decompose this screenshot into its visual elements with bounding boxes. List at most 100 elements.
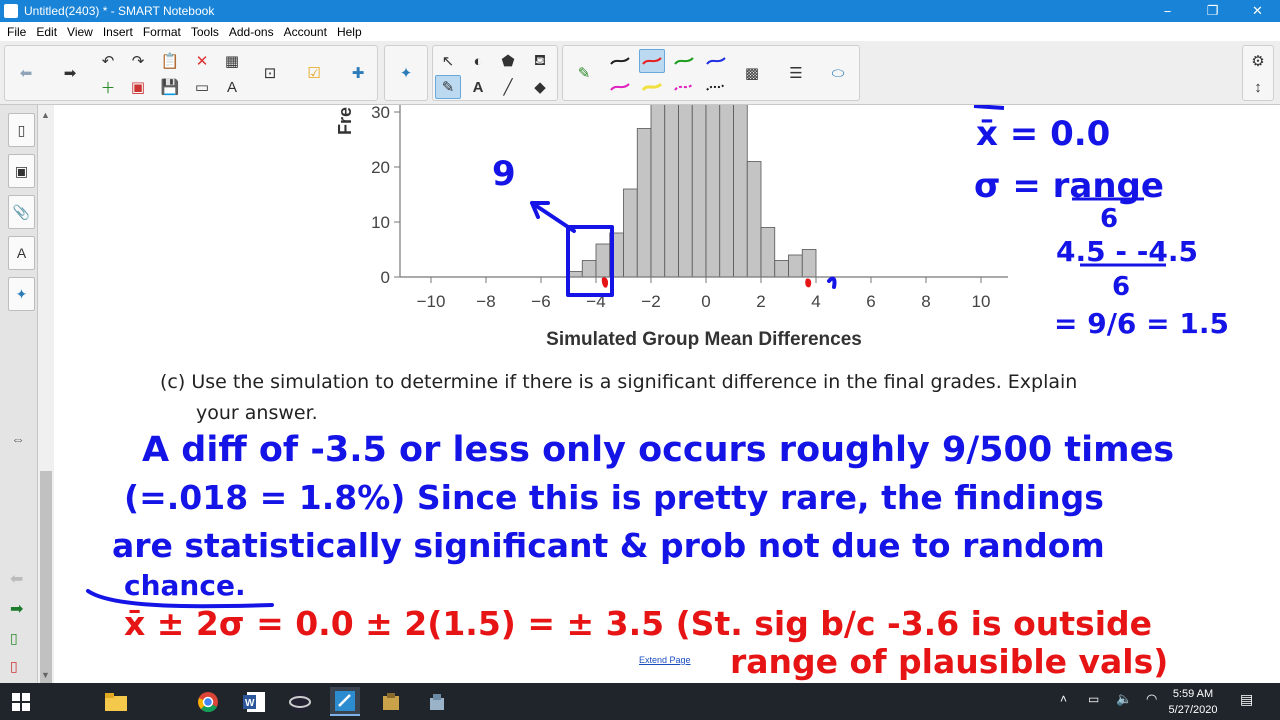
system-clock[interactable]: 5:59 AM 5/27/2020 bbox=[1158, 686, 1228, 718]
previous-page-side-icon[interactable]: ⬅ bbox=[10, 569, 23, 589]
line-thickness-icon[interactable]: ☰ bbox=[783, 61, 809, 85]
next-page-icon[interactable]: ➡ bbox=[57, 61, 83, 85]
word-icon[interactable]: W bbox=[239, 687, 269, 716]
properties-icon[interactable]: A bbox=[8, 236, 35, 270]
pen-style-black-icon[interactable] bbox=[607, 49, 633, 73]
menu-format[interactable]: Format bbox=[138, 25, 186, 39]
wifi-icon[interactable]: ◠ bbox=[1146, 691, 1157, 707]
scroll-up-icon[interactable]: ▲ bbox=[41, 110, 50, 120]
redo-icon[interactable]: ↷ bbox=[125, 49, 151, 73]
screen-shade-icon[interactable]: ▭ bbox=[189, 75, 215, 99]
pen-icon[interactable]: ✎ bbox=[571, 61, 597, 85]
next-page-side-icon[interactable]: ➡ bbox=[10, 599, 23, 619]
ink-red-dot-left bbox=[601, 277, 609, 288]
fill-icon[interactable]: ⛾ bbox=[527, 49, 553, 73]
text-icon[interactable]: A bbox=[465, 75, 491, 99]
menu-file[interactable]: File bbox=[2, 25, 31, 39]
x-tick-label: 10 bbox=[972, 292, 991, 311]
response-icon[interactable]: ☑ bbox=[301, 61, 327, 85]
close-button[interactable]: ✕ bbox=[1235, 0, 1280, 22]
ink-red-answer: x̄ ± 2σ = 0.0 ± 2(1.5) = ± 3.5 (St. sig … bbox=[124, 604, 1168, 681]
menu-insert[interactable]: Insert bbox=[98, 25, 138, 39]
addons-icon[interactable]: ✦ bbox=[8, 277, 35, 311]
paste-icon[interactable]: 📋 bbox=[157, 49, 183, 73]
menu-tools[interactable]: Tools bbox=[186, 25, 224, 39]
windows-start-icon[interactable] bbox=[6, 687, 36, 716]
move-toolbar-icon[interactable]: ↕ bbox=[1245, 75, 1271, 99]
lines-icon[interactable]: ╱ bbox=[495, 75, 521, 99]
x-tick-label: −8 bbox=[476, 292, 495, 311]
menu-addons[interactable]: Add-ons bbox=[224, 25, 279, 39]
text-recognition-icon[interactable]: A bbox=[219, 75, 245, 99]
scroll-thumb[interactable] bbox=[40, 471, 52, 701]
ink-right-line-1: x̄ = 0.0 bbox=[976, 114, 1110, 154]
gear-icon[interactable]: ⚙ bbox=[1245, 49, 1271, 73]
ink-blue-answer: A diff of -3.5 or less only occurs rough… bbox=[86, 430, 1174, 609]
x-tick-label: −6 bbox=[531, 292, 550, 311]
delete-page-icon[interactable]: ▣ bbox=[125, 75, 151, 99]
ink-note-nine: 9 bbox=[492, 154, 516, 194]
page-sorter-icon[interactable]: ▯ bbox=[8, 113, 35, 147]
window-title: Untitled(2403) * - SMART Notebook bbox=[24, 4, 215, 18]
histogram-bar bbox=[664, 105, 679, 278]
show-hidden-icons-icon[interactable]: ˄ bbox=[1060, 692, 1067, 706]
menu-view[interactable]: View bbox=[62, 25, 98, 39]
toolbar-group-settings: ⚙ ↕ bbox=[1242, 45, 1274, 101]
pen-style-yellow-icon[interactable] bbox=[639, 75, 665, 99]
add-page-side-icon[interactable]: ▯ bbox=[10, 630, 18, 647]
histogram-bar bbox=[719, 105, 734, 278]
x-tick-label: 8 bbox=[921, 292, 930, 311]
shapes-icon[interactable]: ⬟ bbox=[495, 49, 521, 73]
notebook-tools-icon[interactable] bbox=[376, 687, 406, 716]
scroll-down-icon[interactable]: ▼ bbox=[41, 670, 50, 680]
eraser-icon[interactable]: ◆ bbox=[527, 75, 553, 99]
pen-style-blue-icon[interactable] bbox=[703, 49, 729, 73]
notifications-icon[interactable]: ▤ bbox=[1240, 691, 1253, 708]
maximize-button[interactable]: ❐ bbox=[1190, 0, 1235, 22]
previous-page-icon[interactable]: ⬅ bbox=[13, 61, 39, 85]
delete-page-side-icon[interactable]: ▯ bbox=[10, 658, 18, 675]
histogram-bar bbox=[788, 254, 803, 278]
whiteboard-canvas[interactable]: 0 10 20 30 −10 −8 −6 −4 −2 0 2 4 6 8 10 Fre Simulated… bbox=[54, 105, 1280, 683]
extend-page-link[interactable]: Extend Page bbox=[639, 655, 691, 665]
pen-style-magenta-icon[interactable] bbox=[607, 75, 633, 99]
pen-style-red-icon[interactable] bbox=[639, 49, 665, 73]
tray-app-icon[interactable] bbox=[422, 687, 452, 716]
select-icon[interactable]: ↖ bbox=[435, 49, 461, 73]
attachments-icon[interactable]: 📎 bbox=[8, 195, 35, 229]
magic-pen-icon[interactable]: ◐ bbox=[465, 49, 491, 73]
x-tick-label: 4 bbox=[811, 292, 820, 311]
menu-edit[interactable]: Edit bbox=[31, 25, 62, 39]
pen-style-dashed-icon[interactable] bbox=[671, 75, 697, 99]
histogram-bars bbox=[568, 105, 817, 278]
addon-icon[interactable]: ✚ bbox=[345, 61, 371, 85]
puzzle-icon[interactable]: ✦ bbox=[393, 61, 419, 85]
webex-icon[interactable] bbox=[285, 687, 315, 716]
ink-arrow bbox=[530, 201, 576, 233]
file-explorer-icon[interactable] bbox=[101, 687, 131, 716]
resize-arrows-icon[interactable]: ⇔ bbox=[11, 431, 25, 447]
transparency-icon[interactable]: ⬭ bbox=[825, 61, 851, 85]
smart-notebook-taskbar-icon[interactable] bbox=[330, 687, 360, 716]
minimize-button[interactable]: − bbox=[1145, 0, 1190, 22]
gallery-icon[interactable]: ▣ bbox=[8, 154, 35, 188]
color-palette-icon[interactable]: ▩ bbox=[739, 61, 765, 85]
battery-icon[interactable]: ▭ bbox=[1088, 692, 1099, 706]
save-icon[interactable]: 💾 bbox=[157, 75, 183, 99]
ink-answer-line-4: chance. bbox=[124, 569, 246, 602]
menu-account[interactable]: Account bbox=[279, 25, 332, 39]
vertical-scrollbar[interactable]: ▲ ▼ bbox=[38, 105, 54, 701]
ink-red-line-2: range of plausible vals) bbox=[730, 642, 1168, 681]
pen-style-dotted-icon[interactable] bbox=[703, 75, 729, 99]
ink-answer-line-3: are statistically significant & prob not… bbox=[112, 526, 1105, 565]
table-icon[interactable]: ▦ bbox=[219, 49, 245, 73]
pens-icon[interactable]: ✎ bbox=[435, 75, 461, 99]
add-page-icon[interactable]: ＋ bbox=[95, 75, 121, 99]
volume-icon[interactable]: 🔈 bbox=[1116, 691, 1132, 707]
undo-icon[interactable]: ↶ bbox=[95, 49, 121, 73]
delete-icon[interactable]: ✕ bbox=[189, 49, 215, 73]
chrome-icon[interactable] bbox=[193, 687, 223, 716]
menu-help[interactable]: Help bbox=[332, 25, 367, 39]
pen-style-green-icon[interactable] bbox=[671, 49, 697, 73]
capture-icon[interactable]: ⊡ bbox=[257, 61, 283, 85]
